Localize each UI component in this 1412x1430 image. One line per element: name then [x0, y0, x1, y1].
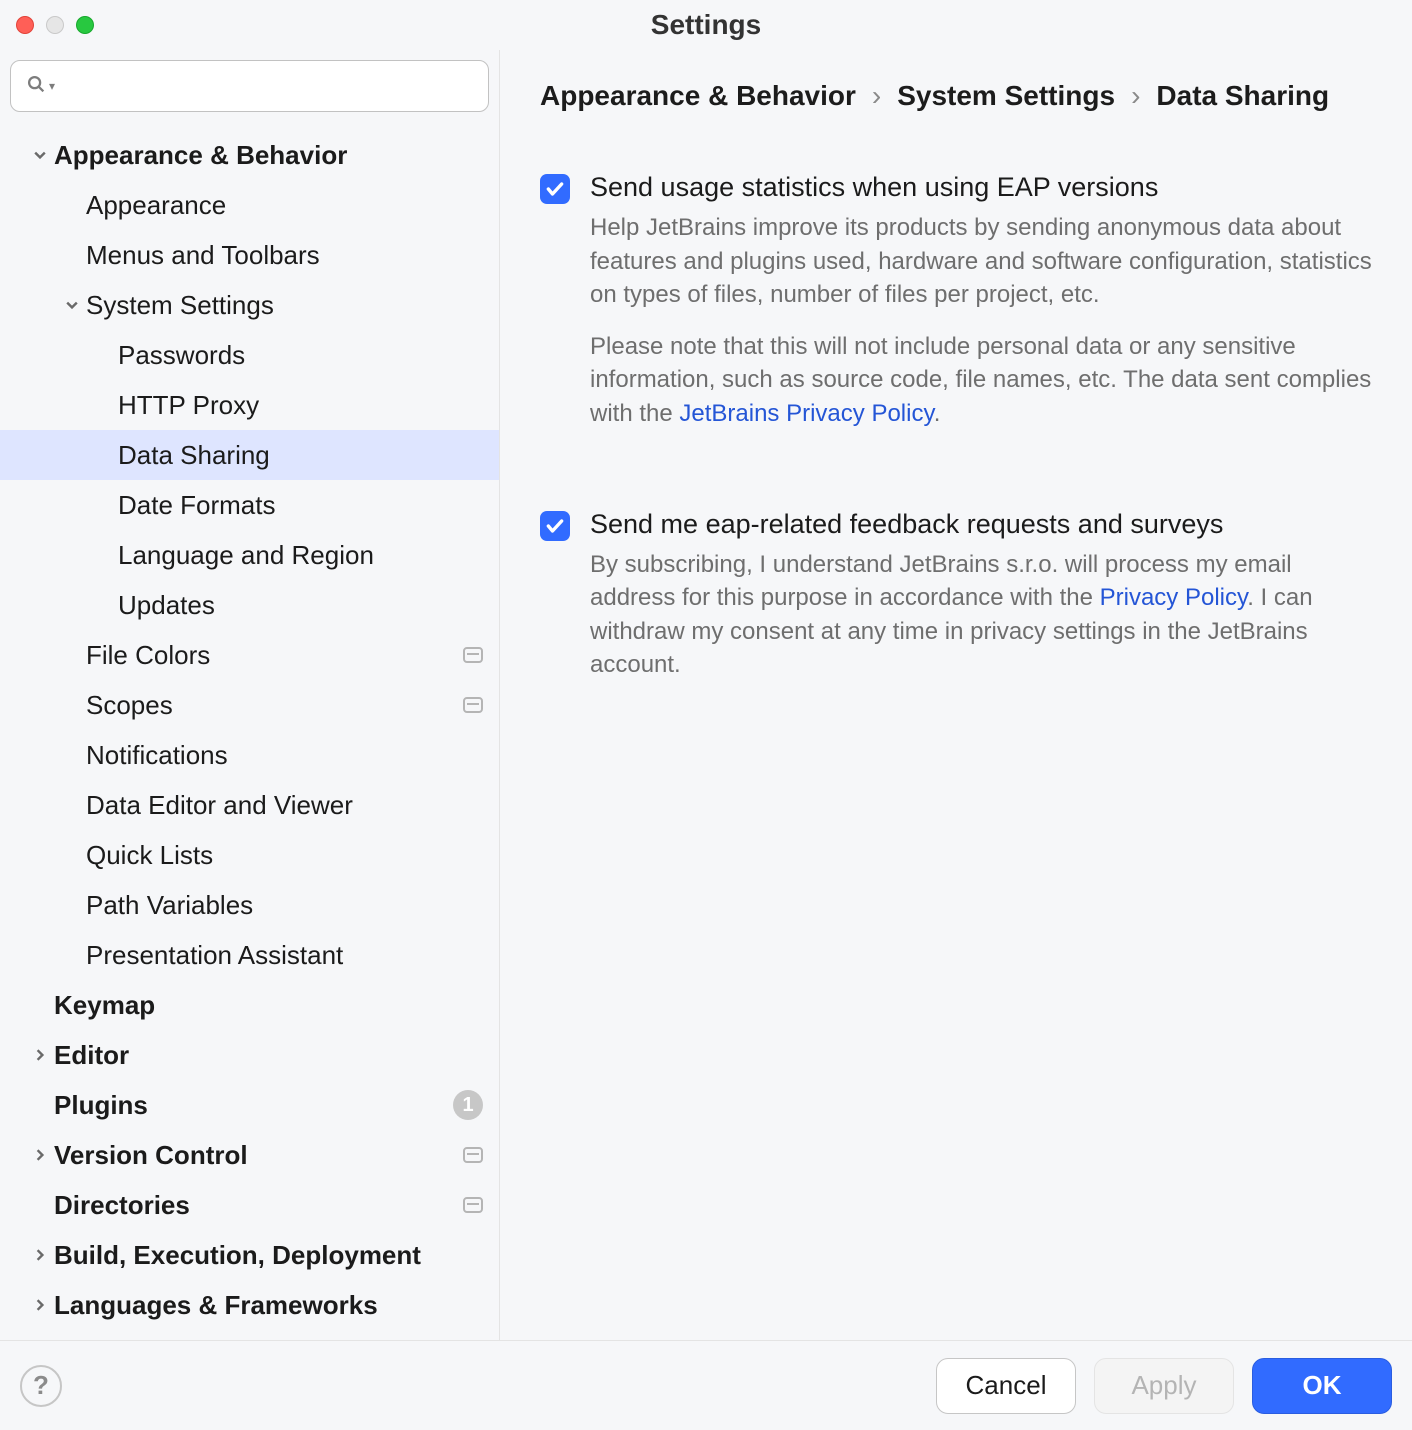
titlebar: Settings [0, 0, 1412, 50]
tree-item[interactable]: File Colors [0, 630, 499, 680]
usage-stats-desc2: Please note that this will not include p… [590, 330, 1372, 431]
check-icon [545, 179, 565, 199]
tree-item[interactable]: System Settings [0, 280, 499, 330]
chevron-icon[interactable] [26, 1299, 54, 1311]
usage-stats-checkbox[interactable] [540, 174, 570, 204]
tree-item-label: Keymap [54, 990, 155, 1021]
badge-count: 1 [453, 1090, 483, 1120]
search-input[interactable] [55, 72, 474, 100]
settings-tree: Appearance & Behavior Appearance Menus and… [0, 122, 499, 1340]
tree-item[interactable]: Data Editor and Viewer [0, 780, 499, 830]
project-level-icon [463, 1147, 483, 1163]
chevron-icon[interactable] [26, 1149, 54, 1161]
tree-item[interactable]: Appearance [0, 180, 499, 230]
chevron-icon[interactable] [58, 299, 86, 311]
check-icon [545, 516, 565, 536]
chevron-icon[interactable] [26, 1249, 54, 1261]
help-button[interactable]: ? [20, 1365, 62, 1407]
tree-item[interactable]: Directories [0, 1180, 499, 1230]
tree-item-label: Scopes [86, 690, 173, 721]
tree-item-label: HTTP Proxy [118, 390, 259, 421]
breadcrumb-item[interactable]: Appearance & Behavior [540, 80, 856, 112]
tree-item[interactable]: Appearance & Behavior [0, 130, 499, 180]
tree-item-label: Version Control [54, 1140, 248, 1171]
tree-item[interactable]: Updates [0, 580, 499, 630]
tree-item[interactable]: Presentation Assistant [0, 930, 499, 980]
tree-item-label: Appearance & Behavior [54, 140, 347, 171]
chevron-right-icon: › [1131, 80, 1140, 112]
tree-item[interactable]: Languages & Frameworks [0, 1280, 499, 1330]
feedback-desc: By subscribing, I understand JetBrains s… [590, 548, 1372, 682]
cancel-button[interactable]: Cancel [936, 1358, 1076, 1414]
tree-item[interactable]: Version Control [0, 1130, 499, 1180]
settings-main: Appearance & Behavior › System Settings … [500, 50, 1412, 1340]
apply-button[interactable]: Apply [1094, 1358, 1234, 1414]
usage-stats-desc1: Help JetBrains improve its products by s… [590, 211, 1372, 312]
tree-item[interactable]: Scopes [0, 680, 499, 730]
project-level-icon [463, 697, 483, 713]
tree-item-label: Menus and Toolbars [86, 240, 320, 271]
usage-stats-title: Send usage statistics when using EAP ver… [590, 172, 1372, 203]
tree-item[interactable]: Date Formats [0, 480, 499, 530]
chevron-right-icon: › [872, 80, 881, 112]
tree-item-label: Date Formats [118, 490, 276, 521]
tree-item[interactable]: HTTP Proxy [0, 380, 499, 430]
tree-item-label: File Colors [86, 640, 210, 671]
tree-item[interactable]: Data Sharing [0, 430, 499, 480]
tree-item[interactable]: Build, Execution, Deployment [0, 1230, 499, 1280]
tree-item-label: Plugins [54, 1090, 148, 1121]
search-icon [25, 71, 47, 102]
tree-item-label: Language and Region [118, 540, 374, 571]
settings-search[interactable]: ▾ [10, 60, 489, 112]
window-title: Settings [0, 9, 1412, 41]
tree-item-label: Build, Execution, Deployment [54, 1240, 421, 1271]
tree-item-label: Directories [54, 1190, 190, 1221]
tree-item-label: Appearance [86, 190, 226, 221]
breadcrumb: Appearance & Behavior › System Settings … [540, 80, 1372, 142]
tree-item-label: Quick Lists [86, 840, 213, 871]
tree-item[interactable]: Notifications [0, 730, 499, 780]
tree-item[interactable]: Path Variables [0, 880, 499, 930]
tree-item[interactable]: Menus and Toolbars [0, 230, 499, 280]
jetbrains-privacy-link[interactable]: JetBrains Privacy Policy [679, 400, 933, 427]
tree-item-label: Passwords [118, 340, 245, 371]
project-level-icon [463, 647, 483, 663]
chevron-icon[interactable] [26, 1049, 54, 1061]
tree-item-label: Path Variables [86, 890, 253, 921]
tree-item[interactable]: Language and Region [0, 530, 499, 580]
feedback-checkbox[interactable] [540, 511, 570, 541]
privacy-policy-link[interactable]: Privacy Policy [1100, 584, 1248, 611]
settings-sidebar: ▾ Appearance & Behavior Appearance Menus a… [0, 50, 500, 1340]
tree-item[interactable]: Editor [0, 1030, 499, 1080]
tree-item[interactable]: Plugins 1 [0, 1080, 499, 1130]
feedback-title: Send me eap-related feedback requests an… [590, 509, 1372, 540]
tree-item-label: System Settings [86, 290, 274, 321]
tree-item[interactable]: Keymap [0, 980, 499, 1030]
ok-button[interactable]: OK [1252, 1358, 1392, 1414]
project-level-icon [463, 1197, 483, 1213]
tree-item[interactable]: Quick Lists [0, 830, 499, 880]
breadcrumb-item[interactable]: Data Sharing [1156, 80, 1329, 112]
tree-item[interactable]: Passwords [0, 330, 499, 380]
tree-item-label: Updates [118, 590, 215, 621]
chevron-icon[interactable] [26, 149, 54, 161]
tree-item-label: Presentation Assistant [86, 940, 343, 971]
tree-item-label: Notifications [86, 740, 228, 771]
tree-item-label: Languages & Frameworks [54, 1290, 378, 1321]
tree-item-label: Data Sharing [118, 440, 270, 471]
breadcrumb-item[interactable]: System Settings [897, 80, 1115, 112]
dialog-footer: ? Cancel Apply OK [0, 1340, 1412, 1430]
tree-item-label: Data Editor and Viewer [86, 790, 353, 821]
tree-item-label: Editor [54, 1040, 129, 1071]
